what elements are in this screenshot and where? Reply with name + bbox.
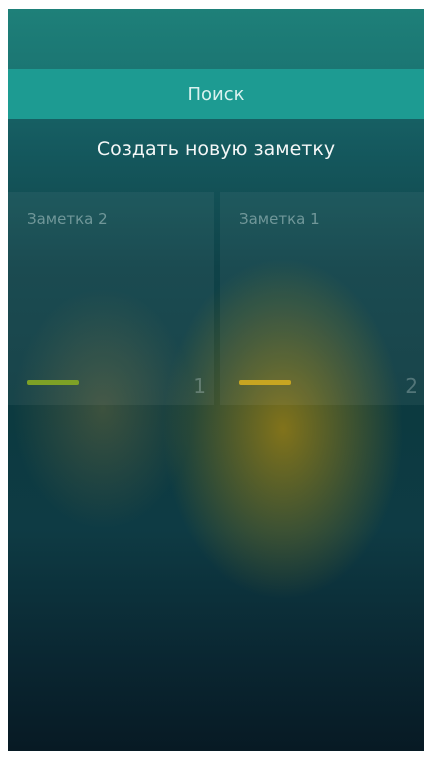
- create-note-button[interactable]: Создать новую заметку: [8, 129, 424, 169]
- notes-grid: Заметка 2 1 Заметка 1 2: [8, 192, 424, 405]
- search-label: Поиск: [187, 83, 245, 105]
- status-area: [8, 9, 424, 69]
- note-number: 1: [193, 374, 206, 398]
- note-card[interactable]: Заметка 1 2: [220, 192, 424, 405]
- note-number: 2: [405, 374, 418, 398]
- note-color-bar: [239, 380, 291, 385]
- note-color-bar: [27, 380, 79, 385]
- note-card[interactable]: Заметка 2 1: [8, 192, 214, 405]
- create-note-label: Создать новую заметку: [96, 138, 336, 160]
- note-title: Заметка 1: [239, 210, 320, 228]
- note-title: Заметка 2: [27, 210, 108, 228]
- app-screen: Поиск Создать новую заметку Заметка 2 1 …: [8, 9, 424, 751]
- search-button[interactable]: Поиск: [8, 69, 424, 119]
